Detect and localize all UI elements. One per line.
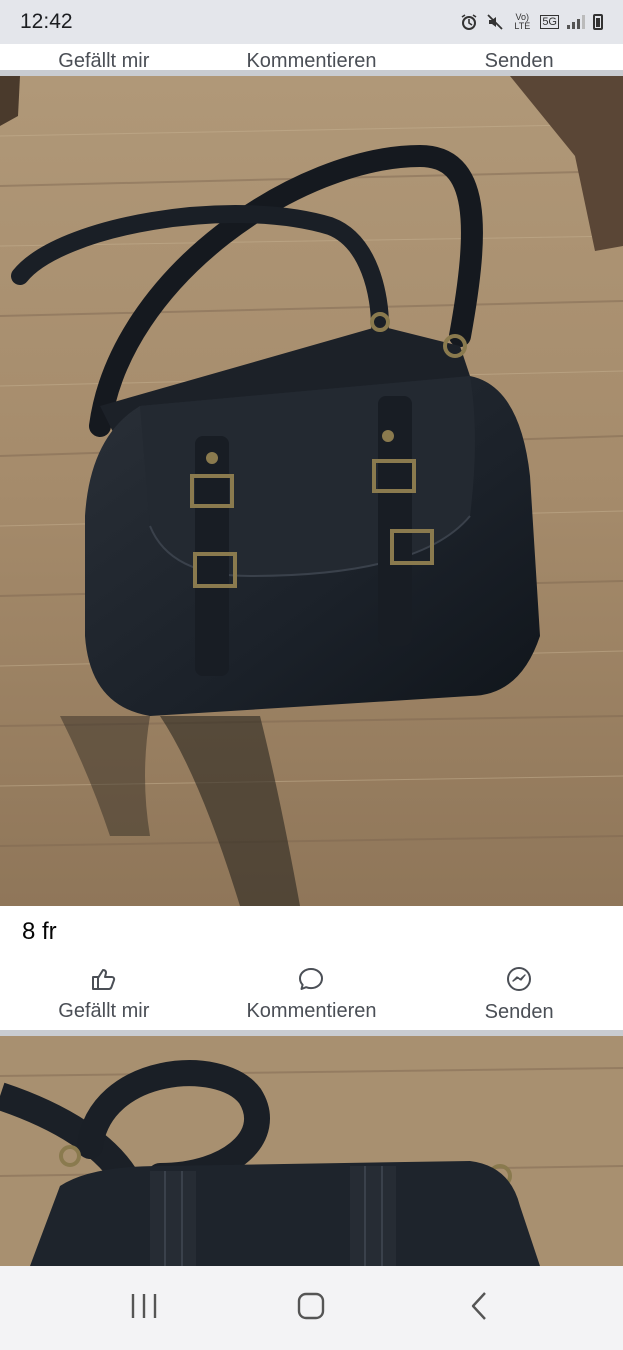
bag-photo-image xyxy=(0,76,623,906)
previous-send-button[interactable]: Senden xyxy=(419,44,619,71)
send-label: Senden xyxy=(484,1001,554,1023)
comment-label: Kommentieren xyxy=(246,1000,377,1022)
like-button[interactable]: Gefällt mir xyxy=(4,967,204,1023)
previous-like-button[interactable]: Gefällt mir xyxy=(4,44,204,71)
battery-icon xyxy=(593,14,603,30)
home-button[interactable] xyxy=(281,1278,341,1338)
status-icons: Vo) LTE 5G xyxy=(460,13,603,31)
previous-post-action-bar: Gefällt mir Kommentieren Senden xyxy=(0,44,623,70)
send-button[interactable]: Senden xyxy=(419,966,619,1024)
back-icon xyxy=(469,1291,489,1326)
previous-comment-button[interactable]: Kommentieren xyxy=(211,44,411,71)
thumbs-up-icon xyxy=(91,967,117,996)
recent-apps-icon xyxy=(129,1292,159,1325)
status-bar: 12:42 Vo) LTE 5G xyxy=(0,0,623,44)
navigation-bar xyxy=(0,1266,623,1350)
mute-icon xyxy=(486,13,504,31)
like-label: Gefällt mir xyxy=(58,1000,150,1022)
recent-apps-button[interactable] xyxy=(114,1278,174,1338)
comment-label: Kommentieren xyxy=(246,49,377,71)
5g-icon: 5G xyxy=(540,15,559,29)
like-label: Gefällt mir xyxy=(58,49,150,71)
post-photo[interactable] xyxy=(0,76,623,906)
status-time: 12:42 xyxy=(20,10,73,33)
home-icon xyxy=(296,1291,326,1326)
bag-detail-photo-image xyxy=(0,1036,623,1266)
post-action-bar: Gefällt mir Kommentieren Senden xyxy=(0,962,623,1028)
alarm-icon xyxy=(460,13,478,31)
send-label: Senden xyxy=(484,49,554,71)
back-button[interactable] xyxy=(449,1278,509,1338)
messenger-icon xyxy=(506,966,532,997)
signal-icon xyxy=(567,15,585,29)
comment-button[interactable]: Kommentieren xyxy=(211,967,411,1023)
comment-bubble-icon xyxy=(298,967,324,996)
next-post-photo[interactable] xyxy=(0,1036,623,1266)
post-text: 8 fr xyxy=(22,918,57,945)
volte-icon: Vo) LTE xyxy=(514,12,531,31)
